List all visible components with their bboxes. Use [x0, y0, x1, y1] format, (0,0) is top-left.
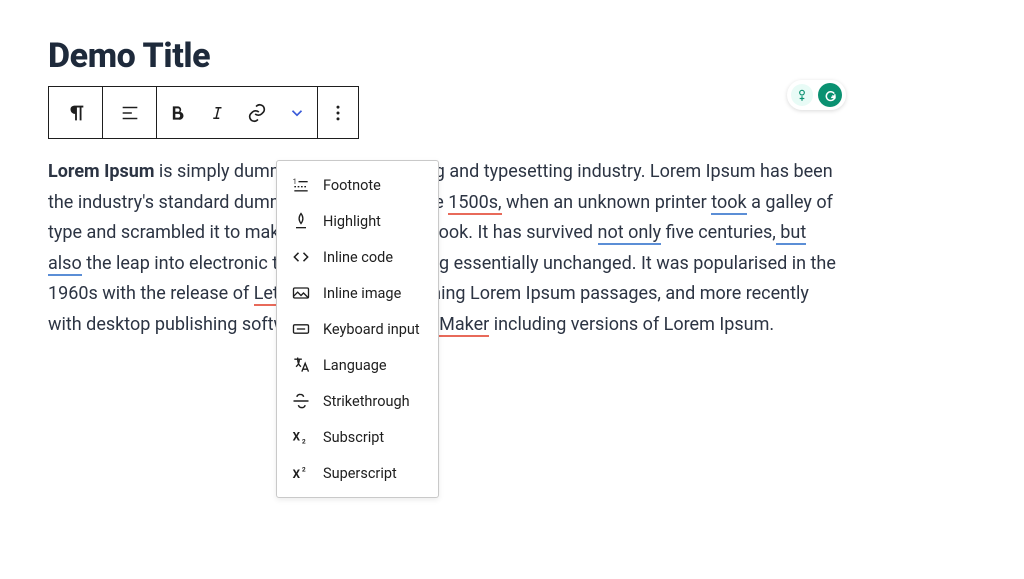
rich-text-more-menu: 1 Footnote Highlight Inline code Inline … — [276, 160, 439, 498]
svg-text:1: 1 — [293, 177, 297, 186]
page-title[interactable]: Demo Title — [48, 36, 976, 76]
svg-text:2: 2 — [302, 438, 306, 446]
menu-item-footnote[interactable]: 1 Footnote — [277, 167, 438, 203]
language-icon — [291, 355, 311, 375]
bold-icon — [167, 103, 187, 123]
menu-item-keyboard-input[interactable]: Keyboard input — [277, 311, 438, 347]
menu-item-subscript[interactable]: X2 Subscript — [277, 419, 438, 455]
menu-item-label: Strikethrough — [323, 393, 410, 410]
subscript-icon: X2 — [291, 427, 311, 447]
menu-item-inline-image[interactable]: Inline image — [277, 275, 438, 311]
grammarly-widget[interactable] — [787, 80, 846, 110]
bold-button[interactable] — [157, 87, 197, 138]
italic-button[interactable] — [197, 87, 237, 138]
more-vertical-icon — [328, 103, 348, 123]
grammarly-logo-icon — [818, 83, 842, 107]
keyboard-icon — [291, 319, 311, 339]
link-button[interactable] — [237, 87, 277, 138]
menu-item-label: Subscript — [323, 429, 384, 446]
menu-item-label: Language — [323, 357, 387, 374]
text-spellcheck-1500s: 1500s, — [448, 192, 501, 215]
align-left-icon — [119, 102, 141, 124]
text-run: including versions of Lorem Ipsum. — [489, 314, 774, 335]
text-bold: Lorem Ipsum — [48, 161, 154, 182]
align-button[interactable] — [103, 87, 156, 138]
menu-item-inline-code[interactable]: Inline code — [277, 239, 438, 275]
svg-text:2: 2 — [302, 465, 306, 473]
menu-item-label: Inline image — [323, 285, 401, 302]
menu-item-superscript[interactable]: X2 Superscript — [277, 455, 438, 491]
chevron-down-icon — [288, 104, 306, 122]
menu-item-label: Keyboard input — [323, 321, 420, 338]
grammarly-suggestion-icon — [791, 84, 813, 106]
image-icon — [291, 283, 311, 303]
highlight-icon — [291, 211, 311, 231]
menu-item-label: Inline code — [323, 249, 393, 266]
menu-item-label: Footnote — [323, 177, 381, 194]
text-run: when an unknown printer — [502, 192, 712, 213]
code-icon — [291, 247, 311, 267]
svg-text:X: X — [293, 467, 301, 481]
menu-item-strikethrough[interactable]: Strikethrough — [277, 383, 438, 419]
menu-item-language[interactable]: Language — [277, 347, 438, 383]
text-run: five centuries, — [661, 222, 776, 243]
more-rich-text-button[interactable] — [277, 87, 317, 138]
block-toolbar — [48, 86, 359, 139]
options-button[interactable] — [318, 87, 358, 138]
strikethrough-icon — [291, 391, 311, 411]
svg-text:X: X — [293, 429, 301, 443]
paragraph-block[interactable]: Lorem Ipsum is simply dummy text of the … — [48, 157, 843, 341]
paragraph-type-button[interactable] — [49, 87, 102, 138]
menu-item-label: Highlight — [323, 213, 381, 230]
italic-icon — [208, 104, 226, 122]
superscript-icon: X2 — [291, 463, 311, 483]
menu-item-highlight[interactable]: Highlight — [277, 203, 438, 239]
link-icon — [246, 102, 268, 124]
footnote-icon: 1 — [291, 175, 311, 195]
menu-item-label: Superscript — [323, 465, 397, 482]
text-grammar-not-only: not only — [598, 222, 662, 245]
text-grammar-took: took — [711, 192, 746, 215]
pilcrow-icon — [65, 102, 87, 124]
